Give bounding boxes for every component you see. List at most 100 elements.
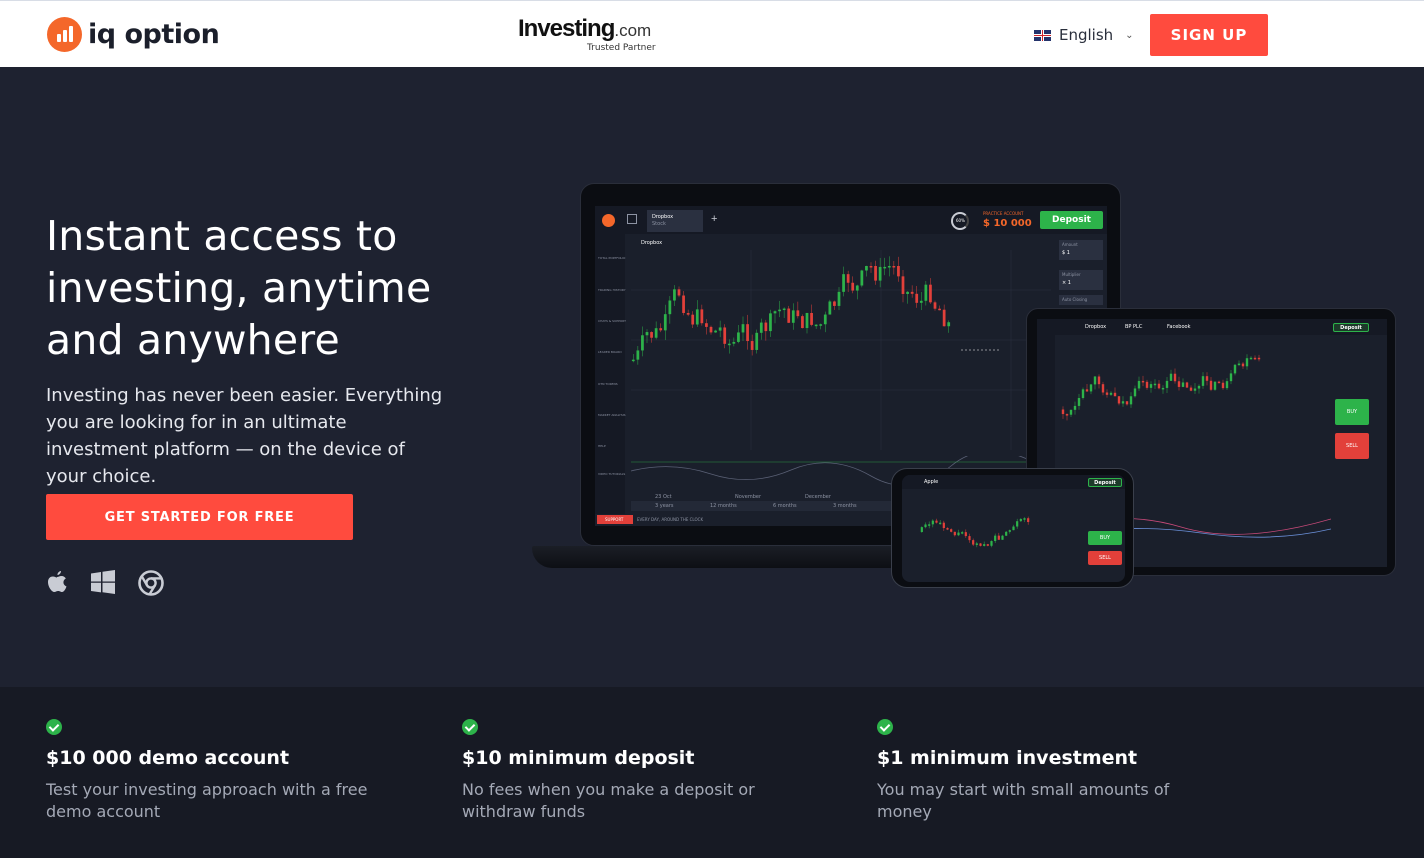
sidebar-item-tutorials[interactable]: VIDEO TUTORIALS xyxy=(598,472,625,476)
phone-screen: Apple Deposit BUY SELL xyxy=(902,475,1125,582)
candle-body xyxy=(1161,387,1165,390)
iq-option-logo[interactable]: iq option xyxy=(47,17,220,52)
candle-body xyxy=(1069,409,1073,415)
candle-body xyxy=(931,520,934,525)
candle-body xyxy=(1121,401,1125,404)
sidebar-item-chats[interactable]: CHATS & SUPPORT xyxy=(598,319,626,323)
candle-body xyxy=(723,327,727,344)
candle-body xyxy=(1027,518,1030,523)
candle-body xyxy=(1125,401,1129,405)
candle-body xyxy=(641,335,644,351)
feature-title: $1 minimum investment xyxy=(877,747,1138,769)
candle-body xyxy=(1109,392,1113,395)
candle-body xyxy=(964,532,967,537)
sidebar-item-history[interactable]: TRADING HISTORY xyxy=(598,288,626,292)
timeframe-12m[interactable]: 12 months xyxy=(710,503,737,509)
candle-body xyxy=(814,324,818,327)
timeframe-3m[interactable]: 3 months xyxy=(833,503,857,509)
candle-body xyxy=(810,312,813,325)
multiplier-value: × 1 xyxy=(1062,280,1071,286)
chrome-icon[interactable] xyxy=(138,570,164,596)
candle-body xyxy=(714,330,717,333)
candle-body xyxy=(851,282,855,291)
candle-body xyxy=(983,544,986,546)
sidebar-item-tokens[interactable]: OTN TOKENS xyxy=(598,382,618,386)
phone-buy-button[interactable]: BUY xyxy=(1088,531,1122,545)
phone-candlestick-chart xyxy=(920,516,1030,548)
tablet-buy-button[interactable]: BUY xyxy=(1335,399,1369,425)
candle-body xyxy=(1189,387,1193,391)
grid-icon[interactable] xyxy=(627,214,637,224)
candle-body xyxy=(741,324,745,333)
tablet-deposit-button[interactable]: Deposit xyxy=(1333,323,1369,332)
candle-body xyxy=(939,522,942,525)
candle-body xyxy=(1073,405,1077,410)
tablet-tab-bp[interactable]: BP PLC xyxy=(1125,324,1142,330)
apple-icon[interactable] xyxy=(46,570,68,594)
candle-body xyxy=(915,293,919,303)
check-icon xyxy=(877,719,893,735)
sidebar-item-portfolio[interactable]: TOTAL PORTFOLIO xyxy=(598,256,625,260)
sign-up-button[interactable]: SIGN UP xyxy=(1150,14,1268,56)
candle-body xyxy=(946,528,949,530)
phone-sell-button[interactable]: SELL xyxy=(1088,551,1122,565)
candle-body xyxy=(1181,382,1185,387)
candle-body xyxy=(659,328,663,331)
account-label: PRACTICE ACCOUNT xyxy=(983,211,1024,216)
balance: $ 10 000 xyxy=(983,218,1032,229)
candle-body xyxy=(846,274,850,283)
partner-suffix: .com xyxy=(614,21,652,40)
candle-body xyxy=(1157,383,1161,389)
sidebar-item-analysis[interactable]: MARKET ANALYSIS xyxy=(598,413,626,417)
candle-body xyxy=(942,309,946,327)
candle-body xyxy=(953,531,956,536)
candle-body xyxy=(631,359,635,362)
phone-deposit-button[interactable]: Deposit xyxy=(1088,478,1122,487)
candle-body xyxy=(1085,389,1089,392)
candle-body xyxy=(929,284,932,303)
candle-body xyxy=(1213,381,1217,390)
candle-body xyxy=(883,266,887,269)
tablet-tab-facebook[interactable]: Facebook xyxy=(1167,324,1191,330)
laptop-deposit-button[interactable]: Deposit xyxy=(1040,211,1103,229)
candle-body xyxy=(796,310,800,317)
windows-icon[interactable] xyxy=(90,570,116,594)
sidebar-item-help[interactable]: HELP xyxy=(598,444,606,448)
feature-min-deposit: $10 minimum deposit No fees when you mak… xyxy=(462,719,792,823)
candle-body xyxy=(737,332,740,342)
candle-body xyxy=(986,544,989,546)
get-started-button[interactable]: GET STARTED FOR FREE xyxy=(46,494,353,540)
candle-body xyxy=(1113,392,1117,397)
timeframe-3y[interactable]: 3 years xyxy=(655,503,674,509)
candle-body xyxy=(920,527,923,532)
candle-body xyxy=(759,322,763,333)
candle-body xyxy=(855,285,859,291)
asset-tab-type: Stock xyxy=(652,221,666,227)
candle-body xyxy=(919,300,923,303)
asset-tab-name: Dropbox xyxy=(652,214,674,220)
candle-body xyxy=(935,520,938,523)
candle-body xyxy=(691,314,695,325)
candle-body xyxy=(1077,398,1081,406)
feature-demo-account: $10 000 demo account Test your investing… xyxy=(46,719,376,823)
phone-asset-name: Apple xyxy=(924,479,939,485)
tablet-tab-dropbox[interactable]: Dropbox xyxy=(1085,324,1106,330)
candle-body xyxy=(1165,380,1169,388)
partner-tagline: Trusted Partner xyxy=(587,43,656,53)
support-text: EVERY DAY, AROUND THE CLOCK xyxy=(637,517,704,522)
candle-body xyxy=(1169,373,1173,381)
amount-value: $ 1 xyxy=(1062,250,1070,256)
candle-body xyxy=(910,291,914,294)
candle-body xyxy=(990,541,993,546)
candle-body xyxy=(842,274,845,292)
tablet-sell-button[interactable]: SELL xyxy=(1335,433,1369,459)
timeframe-6m[interactable]: 6 months xyxy=(773,503,797,509)
candle-body xyxy=(673,289,676,301)
candle-body xyxy=(897,266,900,277)
phone-device: Apple Deposit BUY SELL xyxy=(891,468,1134,588)
sidebar-item-leaderboard[interactable]: LEADER BOARD xyxy=(598,350,622,354)
candle-body xyxy=(805,312,809,329)
add-tab-icon[interactable]: + xyxy=(711,213,717,225)
candle-body xyxy=(1241,363,1245,367)
language-selector[interactable]: English ⌄ xyxy=(1034,26,1134,44)
